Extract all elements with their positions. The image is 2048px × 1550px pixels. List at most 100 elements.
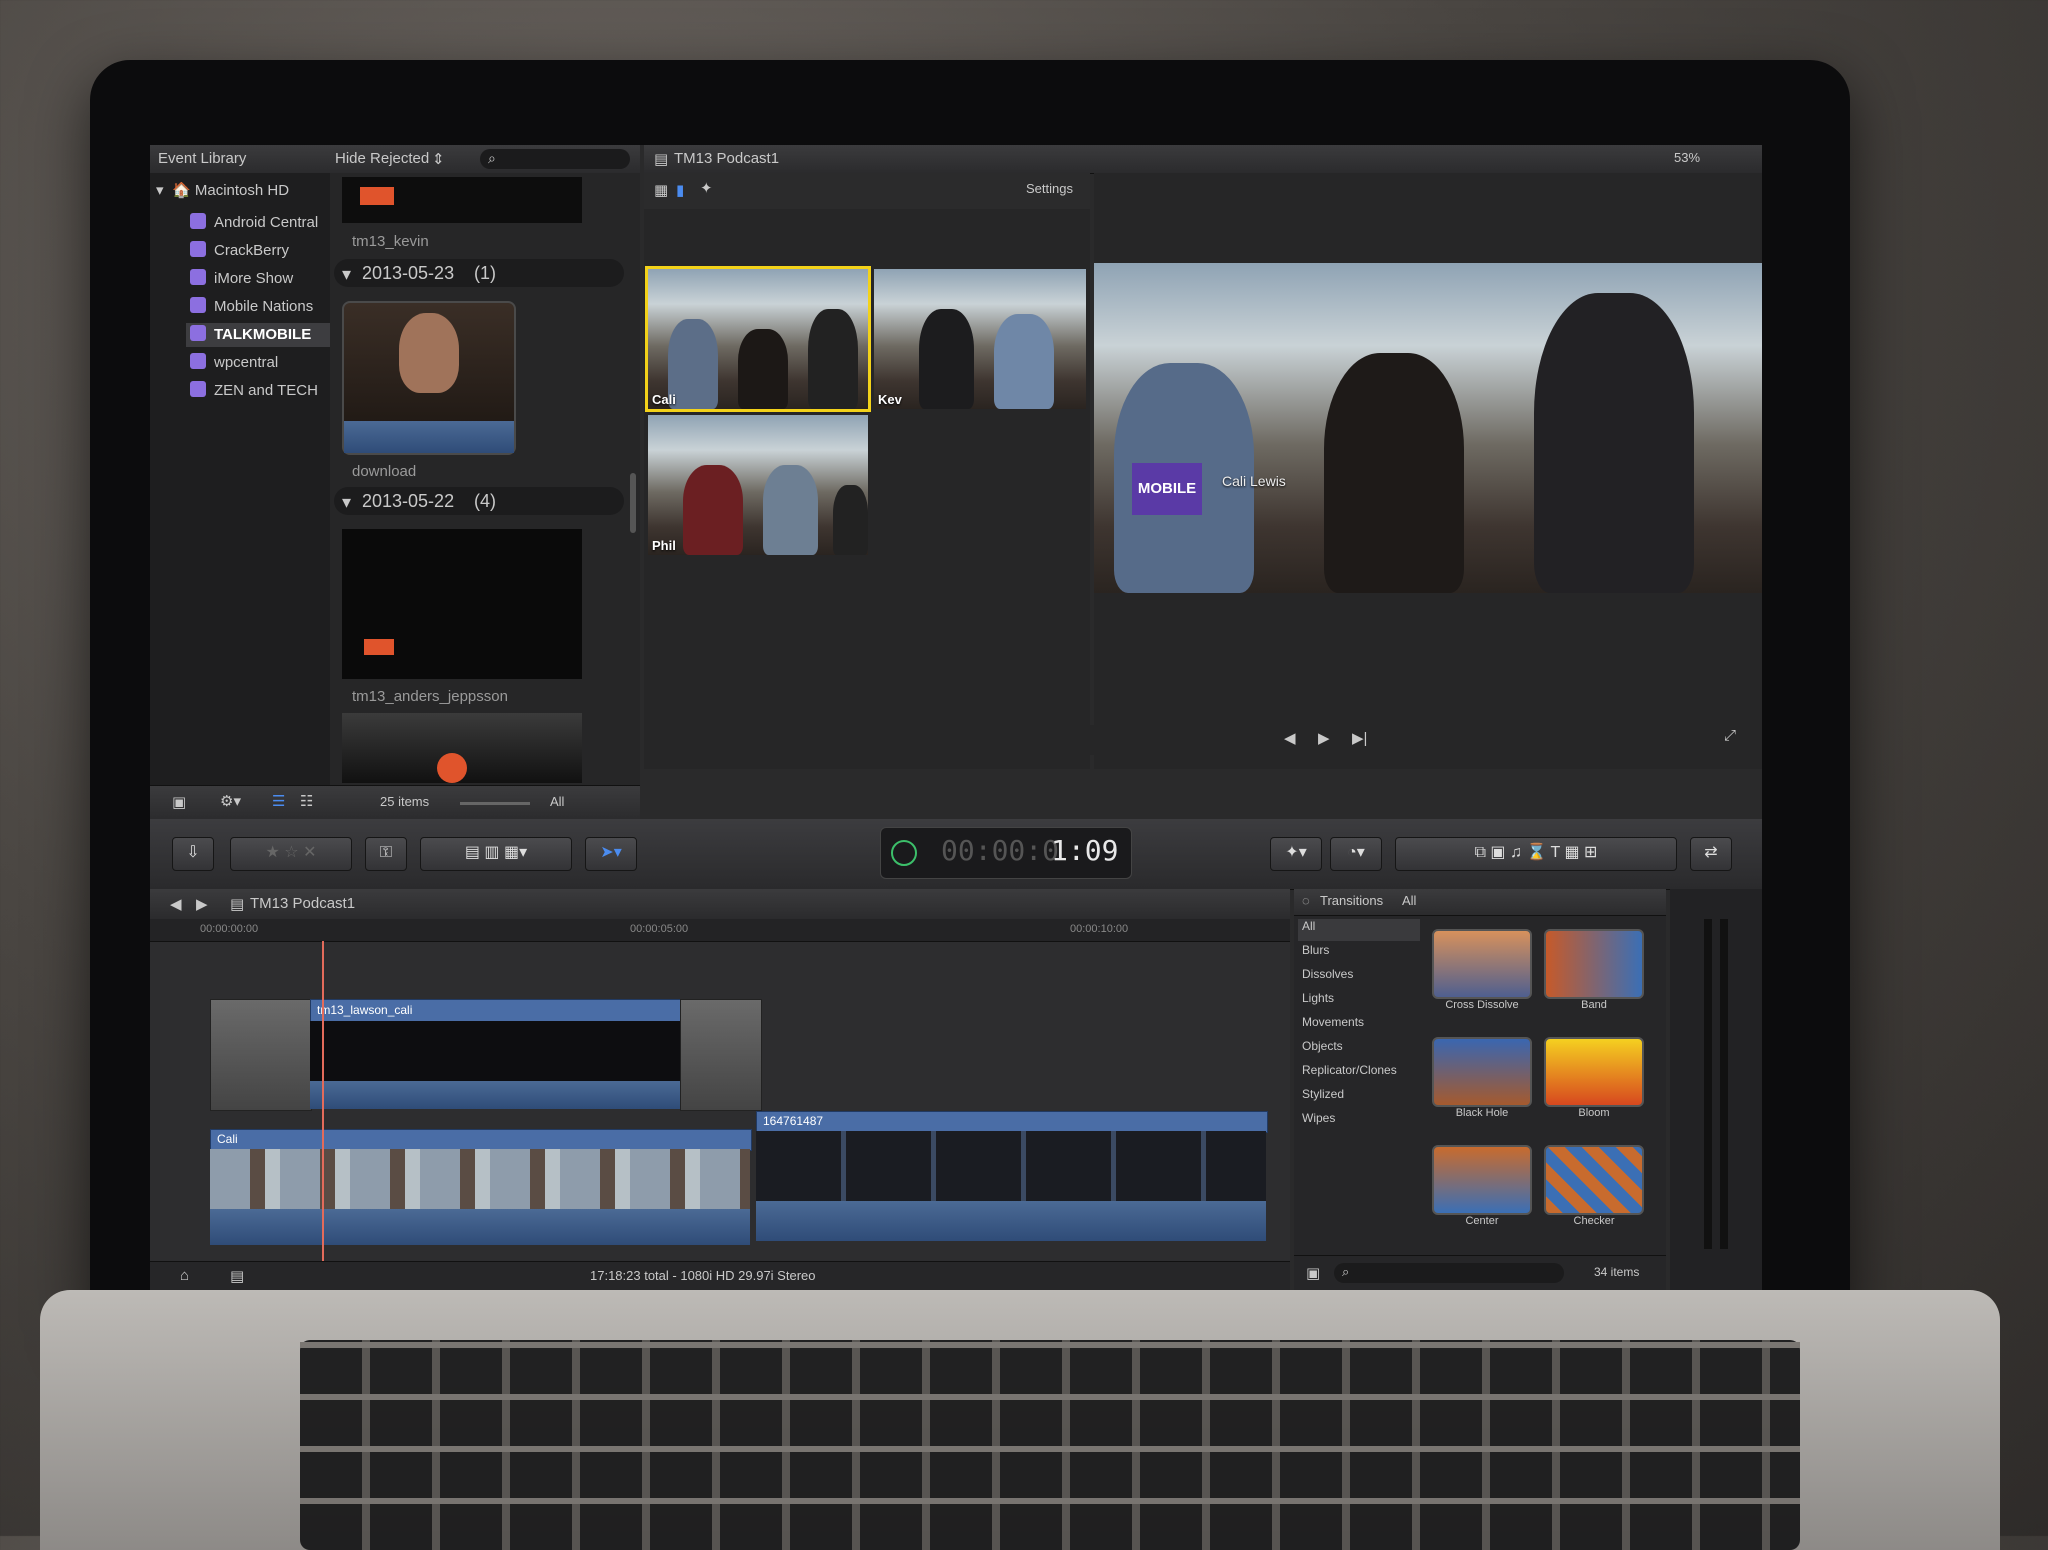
transition-thumb[interactable] xyxy=(1544,1037,1644,1107)
transition-thumb[interactable] xyxy=(1432,929,1532,999)
play-icon[interactable]: ▶ xyxy=(1318,729,1330,747)
transition-category[interactable]: Wipes xyxy=(1298,1111,1420,1133)
sidebar-item-event[interactable]: Android Central xyxy=(186,211,330,235)
sidebar-toggle-icon[interactable]: ▣ xyxy=(172,793,186,811)
background-tasks-icon[interactable] xyxy=(891,840,917,866)
second-clip-header[interactable]: 164761487 xyxy=(756,1111,1268,1133)
transition-right[interactable] xyxy=(680,999,762,1111)
viewer-frame: MOBILE Cali Lewis xyxy=(1094,263,1762,593)
chevron-updown-icon[interactable]: ⇕ xyxy=(432,150,445,168)
timeline-ruler[interactable]: 00:00:00:00 00:00:05:00 00:00:10:00 xyxy=(150,919,1290,942)
film-icon[interactable]: ▮ xyxy=(676,181,684,199)
inspector-button[interactable]: ⇄ xyxy=(1690,837,1732,871)
lower-third-name: Cali Lewis xyxy=(1222,473,1286,489)
rating-buttons[interactable]: ★ ☆ ✕ xyxy=(230,837,352,871)
transition-category[interactable]: Stylized xyxy=(1298,1087,1420,1109)
transition-categories: All Blurs Dissolves Lights Movements Objects R… xyxy=(1298,919,1420,1249)
angle-cali[interactable]: Cali xyxy=(645,266,871,412)
event-library-header: Event Library Hide Rejected ⇕ ⌕ xyxy=(150,145,640,174)
transition-category[interactable]: Objects xyxy=(1298,1039,1420,1061)
disclosure-triangle-icon[interactable]: ▾ xyxy=(156,181,164,199)
timecode-display[interactable]: 1:09 xyxy=(1051,834,1118,867)
transition-thumb[interactable] xyxy=(1544,1145,1644,1215)
final-cut-pro-window: Event Library Hide Rejected ⇕ ⌕ ▾ 🏠 Maci… xyxy=(150,145,1762,1290)
list-view-icon[interactable]: ☷ xyxy=(300,792,313,810)
primary-clip-name: Cali xyxy=(217,1132,238,1146)
date-group-header-1[interactable]: ▾ 2013-05-23 (1) xyxy=(334,259,624,287)
duration-all[interactable]: All xyxy=(550,794,564,809)
primary-clip-header[interactable]: Cali xyxy=(210,1129,752,1151)
primary-clip-filmstrip[interactable] xyxy=(210,1149,750,1209)
transition-category[interactable]: Movements xyxy=(1298,1015,1420,1037)
playhead[interactable] xyxy=(322,941,324,1261)
viewer-zoom[interactable]: 53% xyxy=(1674,150,1700,165)
scrollbar[interactable] xyxy=(630,473,636,533)
transition-left[interactable] xyxy=(210,999,312,1111)
second-clip-audio xyxy=(756,1201,1266,1241)
event-search-input[interactable]: ⌕ xyxy=(480,149,630,169)
second-clip-filmstrip[interactable] xyxy=(756,1131,1266,1201)
sidebar-item-event[interactable]: Mobile Nations xyxy=(186,295,330,319)
sidebar-toggle-icon[interactable]: ▣ xyxy=(1306,1264,1320,1282)
audio-waveform xyxy=(344,421,514,453)
angle-viewer: Cali Kev Phil xyxy=(644,209,1090,769)
transition-category[interactable]: Lights xyxy=(1298,991,1420,1013)
sidebar-item-event[interactable]: iMore Show xyxy=(186,267,330,291)
connected-clip-header[interactable]: tm13_lawson_cali xyxy=(310,999,682,1023)
video-icon[interactable]: ▦ xyxy=(654,181,668,199)
clip-thumb-partial[interactable] xyxy=(342,713,582,783)
audio-meters-icon[interactable]: ▤ xyxy=(230,1267,244,1285)
transition-category[interactable]: Blurs xyxy=(1298,943,1420,965)
transition-category[interactable]: Dissolves xyxy=(1298,967,1420,989)
ruler-timecode-start: 00:00:00:00 xyxy=(200,923,259,935)
clip-thumb-kevin[interactable] xyxy=(342,177,582,223)
back-icon[interactable]: ◀ xyxy=(170,895,182,913)
import-button[interactable]: ⇩ xyxy=(172,837,214,871)
angle-kev[interactable]: Kev xyxy=(874,269,1086,409)
clip-name-kevin: tm13_kevin xyxy=(352,233,429,250)
sidebar-item-event[interactable]: CrackBerry xyxy=(186,239,330,263)
audio-icon[interactable]: ✦ xyxy=(700,179,713,197)
hide-rejected-dropdown[interactable]: Hide Rejected xyxy=(335,150,429,167)
fullscreen-icon[interactable]: ⤢ xyxy=(1724,727,1736,744)
retime-button[interactable]: ◔▾ xyxy=(1330,837,1382,871)
main-viewer: MOBILE Cali Lewis xyxy=(1094,173,1762,769)
angle-phil[interactable]: Phil xyxy=(648,415,868,555)
date-group-header-2[interactable]: ▾ 2013-05-22 (4) xyxy=(334,487,624,515)
transition-thumb[interactable] xyxy=(1544,929,1644,999)
connected-clip-name: tm13_lawson_cali xyxy=(317,1003,413,1017)
transition-category[interactable]: Replicator/Clones xyxy=(1298,1063,1420,1085)
enhance-button[interactable]: ✦▾ xyxy=(1270,837,1322,871)
event-star-icon xyxy=(190,241,206,257)
transition-thumb-label: Center xyxy=(1465,1215,1499,1227)
timeline-index-icon[interactable]: ⌂ xyxy=(180,1267,189,1284)
gear-icon[interactable]: ⚙▾ xyxy=(220,792,241,810)
transition-category[interactable]: All xyxy=(1298,919,1420,941)
clip-thumb-anders[interactable] xyxy=(342,529,582,679)
filmstrip-view-icon[interactable]: ☰ xyxy=(272,792,285,810)
logo-thumb xyxy=(364,639,394,655)
media-browser-buttons[interactable]: ⧉ ▣ ♫ ⌛ T ▦ ⊞ xyxy=(1395,837,1677,871)
transition-thumb[interactable] xyxy=(1432,1037,1532,1107)
main-toolbar: ⇩ ★ ☆ ✕ ⚿ ▤ ▥ ▦▾ ➤▾ 00:00:0 1:09 ✦▾ ◔▾ ⧉… xyxy=(150,819,1762,890)
connected-clip-video[interactable] xyxy=(310,1021,680,1081)
keyword-button[interactable]: ⚿ xyxy=(365,837,407,871)
disclosure-triangle-icon: ▾ xyxy=(342,264,352,284)
clip-thumb-download[interactable] xyxy=(342,301,516,455)
event-star-icon xyxy=(190,381,206,397)
browser-item-count: 34 items xyxy=(1594,1265,1640,1279)
forward-icon[interactable]: ▶ xyxy=(196,895,208,913)
browser-search-input[interactable]: ⌕ xyxy=(1334,1263,1564,1283)
settings-dropdown[interactable]: Settings xyxy=(1026,181,1073,196)
next-frame-icon[interactable]: ▶| xyxy=(1352,729,1367,747)
previous-frame-icon[interactable]: ◀ xyxy=(1284,729,1296,747)
sidebar-root[interactable]: 🏠 Macintosh HD xyxy=(172,181,289,199)
edit-buttons[interactable]: ▤ ▥ ▦▾ xyxy=(420,837,572,871)
sidebar-item-event[interactable]: TALKMOBILE xyxy=(186,323,330,347)
sidebar-item-event[interactable]: ZEN and TECH xyxy=(186,379,330,403)
timeline-footer: ⌂ ▤ 17:18:23 total - 1080i HD 29.97i Ste… xyxy=(150,1261,1290,1290)
zoom-slider[interactable] xyxy=(460,802,530,805)
select-tool-button[interactable]: ➤▾ xyxy=(585,837,637,871)
transition-thumb[interactable] xyxy=(1432,1145,1532,1215)
sidebar-item-event[interactable]: wpcentral xyxy=(186,351,330,375)
